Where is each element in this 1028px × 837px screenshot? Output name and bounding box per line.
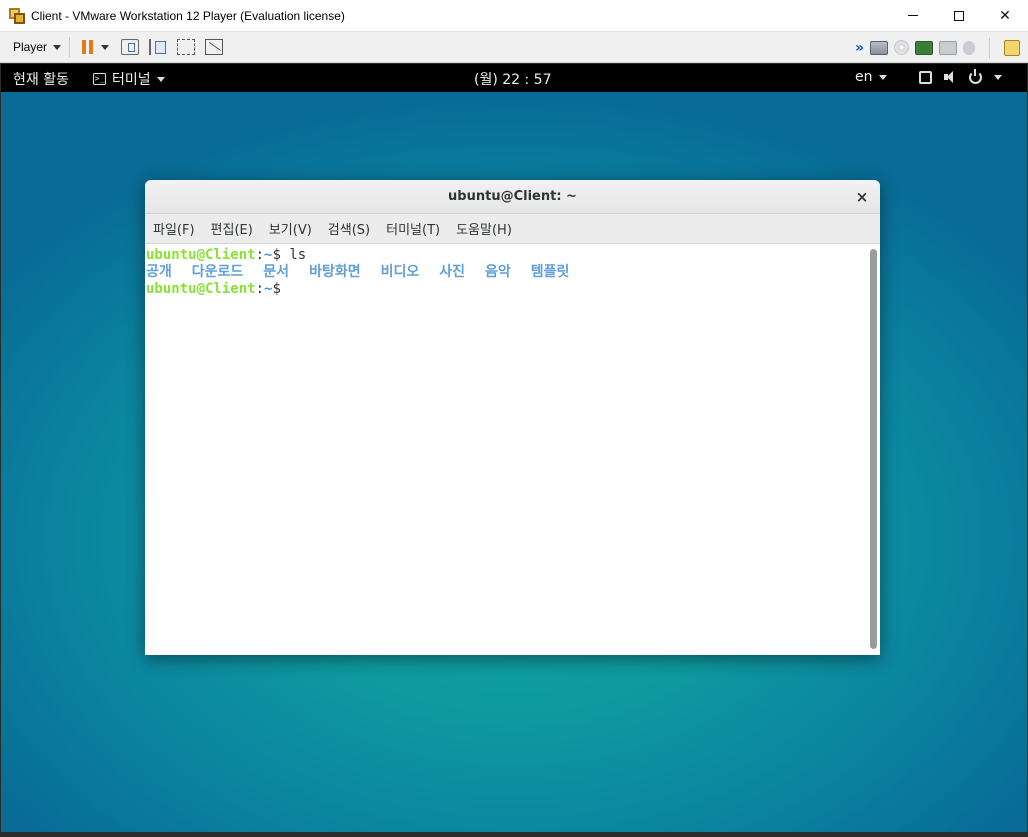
more-devices-icon[interactable]: » <box>855 40 864 56</box>
clock-button[interactable]: (월) 22 : 57 <box>474 69 552 89</box>
volume-icon <box>944 71 957 84</box>
chevron-down-icon <box>156 76 165 82</box>
terminal-titlebar[interactable]: ubuntu@Client: ~ × <box>145 180 880 214</box>
gnome-top-bar: 현재 활동 >_ 터미널 (월) 22 : 57 en <box>1 64 1027 92</box>
close-icon[interactable]: × <box>854 188 870 206</box>
terminal-window[interactable]: ubuntu@Client: ~ × 파일(F) 편집(E) 보기(V) 검색(… <box>145 180 880 655</box>
menu-search[interactable]: 검색(S) <box>322 219 376 238</box>
prompt-symbol: $ <box>272 281 290 297</box>
directory-entry: 공개 <box>146 264 172 280</box>
printer-icon[interactable] <box>939 40 957 55</box>
terminal-scrollbar[interactable] <box>870 249 877 649</box>
screen-icon <box>919 71 932 84</box>
vmware-titlebar: Client - VMware Workstation 12 Player (E… <box>0 0 1028 32</box>
chevron-down-icon <box>994 75 1002 80</box>
clock-label: (월) 22 : 57 <box>474 72 552 88</box>
input-source-button[interactable]: en <box>855 69 887 85</box>
app-menu-label: 터미널 <box>112 72 151 88</box>
toolbar-divider <box>69 37 71 57</box>
prompt-separator: : <box>255 281 265 297</box>
message-log-icon[interactable] <box>1004 39 1020 56</box>
minimize-button[interactable] <box>890 0 936 31</box>
terminal-title: ubuntu@Client: ~ <box>448 189 577 204</box>
menu-view[interactable]: 보기(V) <box>263 219 318 238</box>
toolbar-divider <box>989 37 990 58</box>
directory-entry: 템플릿 <box>530 264 570 280</box>
close-button[interactable]: ✕ <box>982 0 1028 31</box>
sound-card-icon[interactable] <box>963 40 975 55</box>
terminal-menubar: 파일(F) 편집(E) 보기(V) 검색(S) 터미널(T) 도움말(H) <box>145 214 880 244</box>
cd-dvd-icon[interactable] <box>894 40 909 55</box>
maximize-button[interactable] <box>936 0 982 31</box>
terminal-icon: >_ <box>93 73 106 85</box>
menu-help[interactable]: 도움말(H) <box>450 219 518 238</box>
window-title: Client - VMware Workstation 12 Player (E… <box>31 8 345 23</box>
command-text: ls <box>289 247 307 263</box>
menu-terminal[interactable]: 터미널(T) <box>380 219 446 238</box>
network-adapter-icon[interactable] <box>915 40 933 55</box>
power-icon <box>969 69 982 84</box>
fullscreen-icon[interactable] <box>177 39 196 55</box>
removable-devices-icon[interactable] <box>149 39 167 55</box>
terminal-line-command: ubuntu@Client:~$ ls <box>146 247 306 264</box>
send-ctrl-alt-del-icon[interactable] <box>121 39 140 55</box>
minimize-icon <box>908 15 918 16</box>
input-source-label: en <box>855 69 873 85</box>
close-icon: ✕ <box>999 7 1011 24</box>
directory-entry: 비디오 <box>380 264 420 280</box>
hard-disk-icon[interactable] <box>870 40 888 55</box>
chevron-down-icon <box>878 74 887 80</box>
activities-label: 현재 활동 <box>13 72 69 88</box>
power-options-dropdown-icon[interactable] <box>101 44 110 50</box>
terminal-output[interactable]: ubuntu@Client:~$ ls 공개 다운로드 문서 바탕화면 비디오 … <box>145 245 880 655</box>
prompt-user: ubuntu@Client <box>146 281 256 297</box>
directory-entry: 다운로드 <box>191 264 244 280</box>
prompt-user: ubuntu@Client <box>146 247 256 263</box>
player-menu-button[interactable]: Player <box>13 40 62 54</box>
menu-file[interactable]: 파일(F) <box>147 219 201 238</box>
chevron-down-icon <box>53 44 62 50</box>
prompt-symbol: $ <box>272 247 290 263</box>
vmware-toolbar: Player » <box>0 32 1028 63</box>
ls-output: 공개 다운로드 문서 바탕화면 비디오 사진 음악 템플릿 <box>146 264 589 281</box>
unity-mode-icon[interactable] <box>205 39 224 55</box>
player-menu-label: Player <box>13 40 48 54</box>
prompt-separator: : <box>255 247 265 263</box>
window-controls: ✕ <box>890 0 1028 31</box>
system-menu-button[interactable] <box>919 69 1002 84</box>
vmware-app-icon <box>9 7 25 24</box>
guest-desktop[interactable]: 현재 활동 >_ 터미널 (월) 22 : 57 en ubuntu@Clien… <box>1 64 1027 832</box>
activities-button[interactable]: 현재 활동 <box>13 69 69 89</box>
directory-entry: 바탕화면 <box>309 264 361 280</box>
directory-entry: 문서 <box>263 264 290 280</box>
terminal-line-prompt: ubuntu@Client:~$ <box>146 281 289 298</box>
menu-edit[interactable]: 편집(E) <box>205 219 259 238</box>
app-menu-button[interactable]: >_ 터미널 <box>93 69 165 89</box>
directory-entry: 사진 <box>439 264 465 280</box>
maximize-icon <box>954 10 964 21</box>
device-icons: » <box>855 32 1020 63</box>
pause-icon[interactable] <box>82 40 94 54</box>
directory-entry: 음악 <box>485 264 511 280</box>
